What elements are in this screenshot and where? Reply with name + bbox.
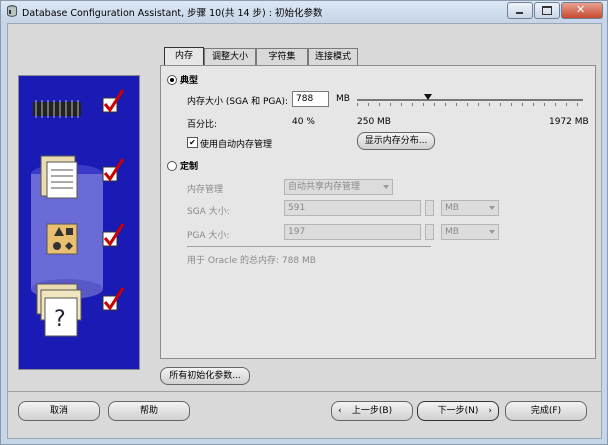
shapes-tool-icon	[46, 223, 78, 255]
tab-memory[interactable]: 内存	[164, 47, 204, 66]
chevron-down-icon	[383, 185, 389, 189]
help-button[interactable]: 帮助	[108, 401, 190, 421]
dialog-body: ? 内存 调整大小 字符集 连接模式 典型 内存大小 (SGA 和 PGA): …	[7, 23, 602, 439]
maximize-icon	[542, 6, 552, 15]
memory-chip-icon	[33, 102, 81, 116]
tab-sizing[interactable]: 调整大小	[204, 48, 256, 65]
custom-radio-label: 定制	[180, 162, 199, 172]
memory-tab-panel: 典型 内存大小 (SGA 和 PGA): 788 MB 百分比: 40 % 25…	[160, 65, 596, 359]
tab-character-sets[interactable]: 字符集	[256, 48, 308, 65]
dbca-window: Database Configuration Assistant, 步骤 10(…	[0, 0, 608, 445]
pga-size-spinner[interactable]	[425, 224, 434, 240]
auto-memory-checkbox[interactable]: ✔	[187, 137, 198, 148]
next-button-label: 下一步(N)	[437, 406, 479, 416]
slider-max-label: 1972 MB	[549, 117, 589, 127]
sga-unit-select[interactable]: MB	[441, 200, 499, 216]
memory-size-unit: MB	[336, 94, 350, 104]
svg-text:?: ?	[54, 307, 66, 332]
title-bar[interactable]: Database Configuration Assistant, 步骤 10(…	[1, 1, 607, 21]
sga-size-label: SGA 大小:	[187, 207, 230, 217]
pga-size-label: PGA 大小:	[187, 231, 230, 241]
wizard-illustration-panel: ?	[18, 75, 140, 370]
database-app-icon	[7, 5, 17, 17]
close-icon: ✕	[576, 3, 586, 16]
memory-slider-track[interactable]	[357, 99, 583, 101]
back-button[interactable]: ‹ 上一步(B)	[331, 401, 413, 421]
typical-radio-label: 典型	[180, 76, 199, 86]
minimize-icon	[516, 12, 523, 14]
memory-management-select[interactable]: 自动共享内存管理	[284, 179, 393, 195]
slider-min-label: 250 MB	[357, 117, 391, 127]
memory-management-value: 自动共享内存管理	[288, 182, 361, 192]
pga-unit-value: MB	[445, 227, 459, 237]
memory-management-label: 内存管理	[187, 185, 224, 195]
percent-value: 40 %	[292, 117, 315, 127]
sga-size-spinner[interactable]	[425, 200, 434, 216]
typical-radio[interactable]	[167, 75, 177, 85]
show-memory-distribution-button[interactable]: 显示内存分布...	[357, 132, 435, 150]
percent-label: 百分比:	[187, 120, 218, 130]
custom-radio[interactable]	[167, 161, 177, 171]
memory-slider-thumb[interactable]	[423, 94, 432, 100]
memory-size-label: 内存大小 (SGA 和 PGA):	[187, 97, 289, 107]
sga-size-input[interactable]: 591	[284, 200, 421, 216]
tab-connection-mode[interactable]: 连接模式	[308, 48, 358, 65]
window-title: Database Configuration Assistant, 步骤 10(…	[22, 8, 323, 19]
chevron-down-icon	[489, 206, 495, 210]
pga-unit-select[interactable]: MB	[441, 224, 499, 240]
auto-memory-checkbox-label: 使用自动内存管理	[200, 140, 273, 150]
finish-button[interactable]: 完成(F)	[505, 401, 587, 421]
total-oracle-memory-text: 用于 Oracle 的总内存: 788 MB	[187, 256, 316, 266]
maximize-button[interactable]	[534, 2, 560, 19]
close-button[interactable]: ✕	[561, 2, 603, 19]
chevron-down-icon	[489, 230, 495, 234]
divider	[187, 246, 431, 247]
memory-slider-ticks	[357, 103, 583, 106]
minimize-button[interactable]	[507, 2, 533, 19]
wizard-illustration: ?	[19, 76, 139, 369]
memory-size-input[interactable]: 788	[292, 91, 329, 107]
footer-divider	[8, 391, 601, 392]
back-button-label: 上一步(B)	[351, 406, 393, 416]
documents-icon	[40, 155, 78, 199]
pga-size-input[interactable]: 197	[284, 224, 421, 240]
all-init-params-button[interactable]: 所有初始化参数...	[160, 367, 250, 385]
chevron-left-icon: ‹	[338, 406, 342, 416]
next-button[interactable]: 下一步(N) ›	[417, 401, 499, 421]
chevron-right-icon: ›	[488, 406, 492, 416]
cancel-button[interactable]: 取消	[18, 401, 100, 421]
sga-unit-value: MB	[445, 203, 459, 213]
